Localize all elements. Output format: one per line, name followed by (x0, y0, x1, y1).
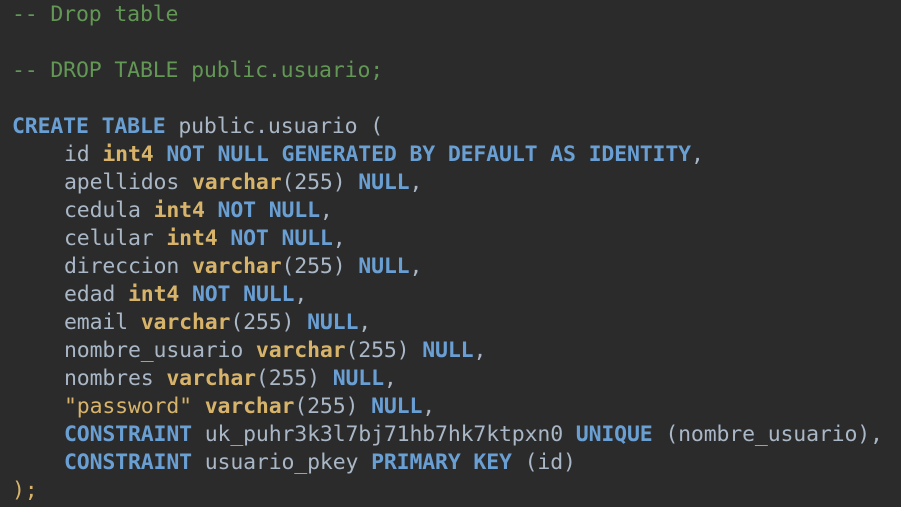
sql-keyword: NULL (358, 170, 410, 195)
sql-keyword: NULL (422, 338, 474, 363)
sql-keyword: NULL (332, 366, 384, 391)
sql-number: (255) (294, 394, 372, 419)
sql-punctuation (205, 198, 218, 223)
sql-closing-paren: ); (12, 478, 38, 503)
code-line[interactable]: apellidos varchar(255) NULL, (12, 169, 883, 197)
sql-keyword: NOT NULL (217, 198, 321, 223)
code-line[interactable]: ); (12, 477, 883, 505)
sql-identifier: direccion (64, 254, 192, 279)
sql-comment: -- DROP TABLE public.usuario; (12, 58, 384, 83)
code-line[interactable]: id int4 NOT NULL GENERATED BY DEFAULT AS… (12, 141, 883, 169)
sql-punctuation: , (294, 282, 308, 307)
sql-number: (255) (281, 170, 359, 195)
code-line[interactable]: CREATE TABLE public.usuario ( (12, 113, 883, 141)
sql-identifier: celular (64, 226, 167, 251)
sql-keyword: NULL (358, 254, 410, 279)
code-line[interactable]: -- DROP TABLE public.usuario; (12, 57, 883, 85)
sql-string: "password" (64, 394, 192, 419)
sql-identifier: (id) (511, 450, 576, 475)
sql-type: int4 (153, 198, 205, 223)
sql-punctuation: , (473, 338, 487, 363)
sql-type: varchar (191, 170, 282, 195)
sql-comment: -- Drop table (12, 2, 179, 27)
sql-keyword: NULL (307, 310, 359, 335)
sql-identifier: uk_puhr3k3l7bj71hb7hk7ktpxn0 (191, 422, 576, 447)
sql-punctuation (179, 282, 192, 307)
sql-identifier: id (64, 142, 103, 167)
sql-editor[interactable]: -- Drop table -- DROP TABLE public.usuari… (0, 0, 901, 507)
code-area[interactable]: -- Drop table -- DROP TABLE public.usuari… (12, 1, 883, 505)
sql-number: (255) (281, 254, 359, 279)
code-line[interactable]: celular int4 NOT NULL, (12, 225, 883, 253)
sql-type: int4 (102, 142, 154, 167)
sql-punctuation: , (422, 394, 436, 419)
sql-identifier: (nombre_usuario), (652, 422, 883, 447)
sql-identifier: cedula (64, 198, 154, 223)
sql-type: varchar (191, 254, 282, 279)
sql-punctuation (154, 142, 167, 167)
sql-keyword: UNIQUE (575, 422, 653, 447)
sql-punctuation: , (319, 198, 333, 223)
sql-punctuation: , (690, 142, 704, 167)
code-line[interactable]: nombre_usuario varchar(255) NULL, (12, 337, 883, 365)
sql-keyword: TABLE (101, 114, 166, 139)
sql-keyword: CONSTRAINT (64, 422, 192, 447)
sql-identifier: email (64, 310, 141, 335)
sql-punctuation: , (358, 310, 372, 335)
sql-type: varchar (204, 394, 295, 419)
code-line[interactable]: cedula int4 NOT NULL, (12, 197, 883, 225)
code-line[interactable]: edad int4 NOT NULL, (12, 281, 883, 309)
sql-keyword: CONSTRAINT (64, 450, 192, 475)
sql-identifier: edad (64, 282, 128, 307)
code-line[interactable] (12, 29, 883, 57)
sql-punctuation: , (383, 366, 397, 391)
code-line[interactable]: CONSTRAINT usuario_pkey PRIMARY KEY (id) (12, 449, 883, 477)
code-line[interactable]: -- Drop table (12, 1, 883, 29)
sql-punctuation: , (409, 170, 423, 195)
sql-type: int4 (127, 282, 180, 307)
sql-keyword: PRIMARY KEY (371, 450, 512, 475)
sql-keyword: NOT NULL GENERATED BY DEFAULT AS IDENTIT… (166, 142, 691, 167)
sql-keyword: NULL (371, 394, 423, 419)
sql-identifier: nombre_usuario (64, 338, 256, 363)
sql-punctuation (89, 114, 102, 139)
sql-punctuation: , (332, 226, 346, 251)
sql-keyword: NOT NULL (191, 282, 295, 307)
sql-punctuation (218, 226, 231, 251)
sql-keyword: CREATE (12, 114, 89, 139)
sql-type: varchar (255, 338, 346, 363)
code-line[interactable]: email varchar(255) NULL, (12, 309, 883, 337)
sql-type: varchar (166, 366, 256, 391)
sql-identifier: usuario_pkey (191, 450, 372, 475)
code-line[interactable]: direccion varchar(255) NULL, (12, 253, 883, 281)
code-line[interactable]: CONSTRAINT uk_puhr3k3l7bj71hb7hk7ktpxn0 … (12, 421, 883, 449)
sql-type: int4 (166, 226, 218, 251)
sql-number: (255) (345, 338, 423, 363)
sql-identifier: nombres (64, 366, 167, 391)
sql-identifier: public.usuario ( (165, 114, 384, 139)
sql-identifier: apellidos (64, 170, 192, 195)
code-line[interactable] (12, 85, 883, 113)
sql-punctuation: , (409, 254, 423, 279)
sql-punctuation (192, 394, 205, 419)
sql-type: varchar (140, 310, 231, 335)
sql-number: (255) (255, 366, 333, 391)
sql-number: (255) (230, 310, 308, 335)
code-line[interactable]: "password" varchar(255) NULL, (12, 393, 883, 421)
sql-keyword: NOT NULL (230, 226, 333, 251)
code-line[interactable]: nombres varchar(255) NULL, (12, 365, 883, 393)
